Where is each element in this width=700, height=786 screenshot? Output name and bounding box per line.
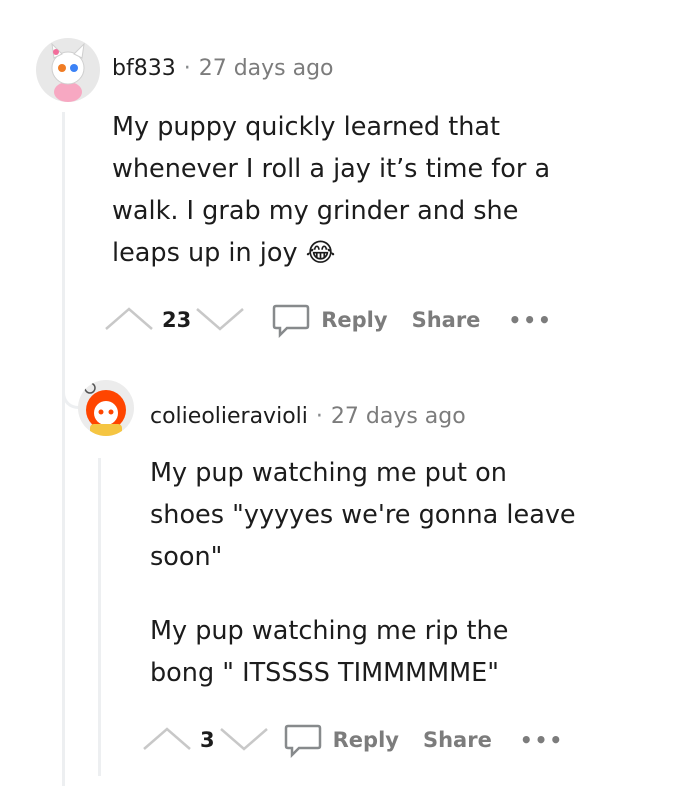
- share-button[interactable]: Share: [423, 728, 492, 752]
- avatar[interactable]: [36, 38, 100, 102]
- snoo-avatar-icon: [84, 382, 126, 436]
- comment-bubble-icon: [272, 304, 310, 338]
- body-line: walk. I grab my grinder and she: [112, 196, 519, 226]
- downvote-icon[interactable]: [219, 723, 269, 757]
- reply-label: Reply: [332, 728, 399, 752]
- body-line: shoes "yyyyes we're gonna leave: [150, 500, 576, 530]
- body-line: soon": [150, 542, 223, 572]
- avatar[interactable]: [78, 380, 134, 436]
- share-button[interactable]: Share: [412, 308, 481, 332]
- snoo-avatar-icon: [51, 42, 85, 102]
- body-line: My puppy quickly learned that: [112, 112, 500, 142]
- comment-meta: colieolieravioli · 27 days ago: [150, 404, 466, 429]
- comment-body: My puppy quickly learned that whenever I…: [112, 106, 550, 274]
- upvote-icon[interactable]: [140, 723, 194, 757]
- meta-separator: ·: [183, 56, 191, 81]
- author-name[interactable]: colieolieravioli: [150, 404, 308, 429]
- more-options-button[interactable]: •••: [508, 308, 552, 332]
- reply-button[interactable]: Reply: [271, 302, 388, 338]
- body-line: My pup watching me rip the: [150, 616, 509, 646]
- vote-score: 3: [200, 728, 215, 752]
- more-options-button[interactable]: •••: [520, 728, 564, 752]
- comment-actions: 23 Reply Share •••: [102, 300, 553, 340]
- reply-button[interactable]: Reply: [283, 722, 399, 758]
- timestamp[interactable]: 27 days ago: [331, 404, 466, 429]
- timestamp[interactable]: 27 days ago: [199, 56, 334, 81]
- upvote-icon[interactable]: [102, 303, 156, 337]
- thread-line-root[interactable]: [62, 112, 65, 786]
- thread-line-reply[interactable]: [98, 458, 101, 776]
- reply-label: Reply: [321, 308, 388, 332]
- comment-bubble-icon: [284, 724, 321, 758]
- downvote-icon[interactable]: [195, 303, 245, 337]
- body-line: My pup watching me put on: [150, 458, 507, 488]
- vote-score: 23: [162, 308, 192, 332]
- laughing-emoji: 😂: [305, 238, 336, 268]
- body-line: whenever I roll a jay it’s time for a: [112, 154, 551, 184]
- author-name[interactable]: bf833: [112, 56, 176, 81]
- body-line: bong " ITSSSS TIMMMMME": [150, 658, 499, 688]
- body-line: leaps up in joy 😂: [112, 232, 550, 274]
- comment-body: My pup watching me put on shoes "yyyyes …: [150, 452, 576, 694]
- meta-separator: ·: [315, 404, 323, 429]
- body-line-text: leaps up in joy: [112, 238, 298, 268]
- comment-meta: bf833 · 27 days ago: [112, 56, 334, 81]
- comment-actions: 3 Reply Share •••: [140, 720, 564, 760]
